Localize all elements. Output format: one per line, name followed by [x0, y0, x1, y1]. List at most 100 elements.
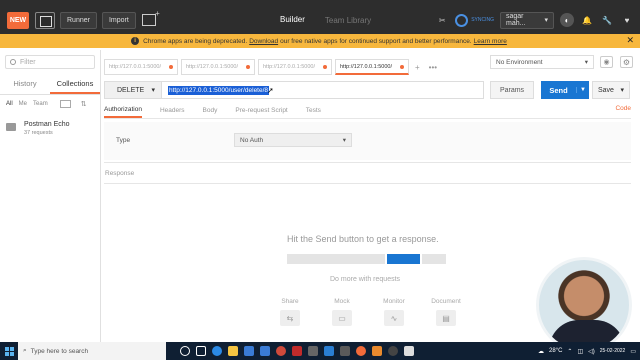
app-icon[interactable]	[340, 346, 350, 356]
add-tab-icon[interactable]: +	[412, 63, 423, 72]
download-link[interactable]: Download	[249, 38, 278, 45]
runner-button[interactable]: Runner	[60, 11, 97, 29]
learn-more-link[interactable]: Learn more	[474, 38, 507, 45]
more-tabs-icon[interactable]: •••	[426, 63, 440, 72]
new-folder-icon[interactable]	[59, 100, 71, 108]
tab-authorization[interactable]: Authorization	[104, 106, 142, 118]
mock-action[interactable]: Mock ▭	[322, 298, 362, 326]
tab-pre-request-script[interactable]: Pre-request Script	[235, 107, 287, 117]
mail-icon[interactable]	[260, 346, 270, 356]
placeholder-send-bar	[387, 254, 420, 264]
request-tab[interactable]: http://127.0.0.1:5000/	[104, 59, 178, 75]
unsaved-dot-icon	[400, 64, 404, 69]
taskbar-search-input[interactable]: ⌕ Type here to search	[18, 342, 166, 360]
filter-team[interactable]: Team	[33, 101, 48, 107]
notepad-icon[interactable]	[404, 346, 414, 356]
mock-icon: ▭	[332, 310, 352, 326]
notifications-icon[interactable]: ▭	[630, 348, 636, 355]
clock[interactable]: 25-02-2022	[600, 348, 626, 354]
obs-icon[interactable]	[388, 346, 398, 356]
request-tab[interactable]: http://127.0.0.1:5000/	[181, 59, 255, 75]
request-bar: DELETE ▾ http://127.0.0.1:5000/user/dele…	[104, 81, 631, 99]
method-select[interactable]: DELETE ▾	[104, 81, 162, 99]
chevron-down-icon[interactable]: ▼	[576, 87, 589, 93]
system-tray: ☁ 28°C ⌃ ◫ ◁) 25-02-2022 ▭	[538, 342, 636, 360]
share-label: Share	[281, 298, 299, 305]
tab-headers[interactable]: Headers	[160, 107, 185, 117]
tab-collections[interactable]: Collections	[50, 75, 100, 94]
satellite-icon[interactable]: ◐	[560, 13, 574, 27]
xampp-icon[interactable]	[372, 346, 382, 356]
empty-response-message: Hit the Send button to get a response.	[287, 234, 439, 244]
share-action[interactable]: Share ⇆	[270, 298, 310, 326]
terminal-icon[interactable]	[308, 346, 318, 356]
banner-text-before: Chrome apps are being deprecated.	[143, 37, 248, 45]
windows-start-icon[interactable]	[0, 346, 18, 356]
import-button[interactable]: Import	[101, 11, 136, 29]
send-button[interactable]: Send ▼	[541, 81, 589, 99]
volume-icon[interactable]: ◁)	[588, 348, 595, 355]
close-icon[interactable]: ✕	[626, 35, 634, 46]
auth-panel: Type No Auth ▾	[104, 122, 631, 160]
sync-label: SYNCING	[471, 17, 494, 23]
placeholder-url-bar	[287, 254, 385, 264]
monitor-icon: ∿	[384, 310, 404, 326]
monitor-action[interactable]: Monitor ∿	[374, 298, 414, 326]
list-item[interactable]: Postman Echo 37 requests	[0, 113, 100, 144]
network-icon[interactable]: ◫	[577, 348, 583, 355]
document-action[interactable]: Document ▤	[426, 298, 466, 326]
tab-body[interactable]: Body	[203, 107, 218, 117]
new-window-icon[interactable]	[141, 9, 160, 26]
vscode-icon[interactable]	[324, 346, 334, 356]
more-heading: Do more with requests	[330, 276, 401, 283]
user-name: sagar mah...	[506, 13, 526, 27]
chevron-up-icon[interactable]: ⌃	[567, 348, 572, 355]
environment-select[interactable]: No Environment ▾	[490, 55, 594, 69]
toggle-sidebar-icon[interactable]	[35, 11, 55, 29]
bell-icon[interactable]: 🔔	[580, 13, 594, 27]
new-button[interactable]: NEW	[7, 11, 29, 29]
unsaved-dot-icon	[169, 65, 173, 69]
weather-icon[interactable]: ☁	[538, 348, 544, 355]
chrome-icon[interactable]	[276, 346, 286, 356]
date: 25-02-2022	[599, 348, 626, 354]
tab-history[interactable]: History	[0, 75, 50, 94]
request-tab-active[interactable]: http://127.0.0.1:5000/	[335, 59, 409, 75]
unsaved-dot-icon	[246, 65, 250, 69]
filezilla-icon[interactable]	[292, 346, 302, 356]
deprecation-banner: i Chrome apps are being deprecated. Down…	[0, 34, 640, 48]
auth-type-select[interactable]: No Auth ▾	[234, 133, 352, 147]
filter-all[interactable]: All	[6, 101, 13, 107]
folder-icon	[6, 123, 16, 131]
request-tab[interactable]: http://127.0.0.1:5000/	[258, 59, 332, 75]
request-tabs: http://127.0.0.1:5000/ http://127.0.0.1:…	[104, 58, 440, 76]
gear-icon[interactable]: ⚙	[620, 56, 633, 68]
tab-team-library[interactable]: Team Library	[315, 16, 381, 25]
save-button[interactable]: Save ▾	[592, 81, 630, 99]
sync-status[interactable]: SYNCING	[455, 13, 494, 27]
auth-type-label: Type	[116, 137, 131, 144]
filter-input[interactable]: Filter	[5, 55, 95, 69]
sort-icon[interactable]: ⇅	[81, 100, 87, 108]
sync-icon	[455, 13, 469, 27]
file-explorer-icon[interactable]	[228, 346, 238, 356]
task-view-icon[interactable]	[196, 346, 206, 356]
url-input[interactable]: http://127.0.0.1:5000/user/delete/8 ➚	[162, 81, 484, 99]
filter-me[interactable]: Me	[19, 101, 27, 107]
collection-name: Postman Echo	[24, 121, 70, 128]
tab-tests[interactable]: Tests	[306, 107, 321, 117]
webcam-overlay	[536, 257, 632, 353]
edge-icon[interactable]	[212, 346, 222, 356]
heart-icon[interactable]: ♥	[620, 13, 634, 27]
store-icon[interactable]	[244, 346, 254, 356]
cortana-icon[interactable]	[180, 346, 190, 356]
wrench-icon[interactable]: 🔧	[600, 13, 614, 27]
search-icon	[10, 59, 16, 65]
share-icon: ⇆	[280, 310, 300, 326]
eye-icon[interactable]: ◉	[600, 56, 613, 68]
interceptor-icon[interactable]: ✂	[435, 13, 449, 27]
params-button[interactable]: Params	[490, 81, 534, 99]
postman-icon[interactable]	[356, 346, 366, 356]
code-link[interactable]: Code	[615, 105, 631, 112]
user-menu[interactable]: sagar mah... ▾	[500, 11, 554, 29]
